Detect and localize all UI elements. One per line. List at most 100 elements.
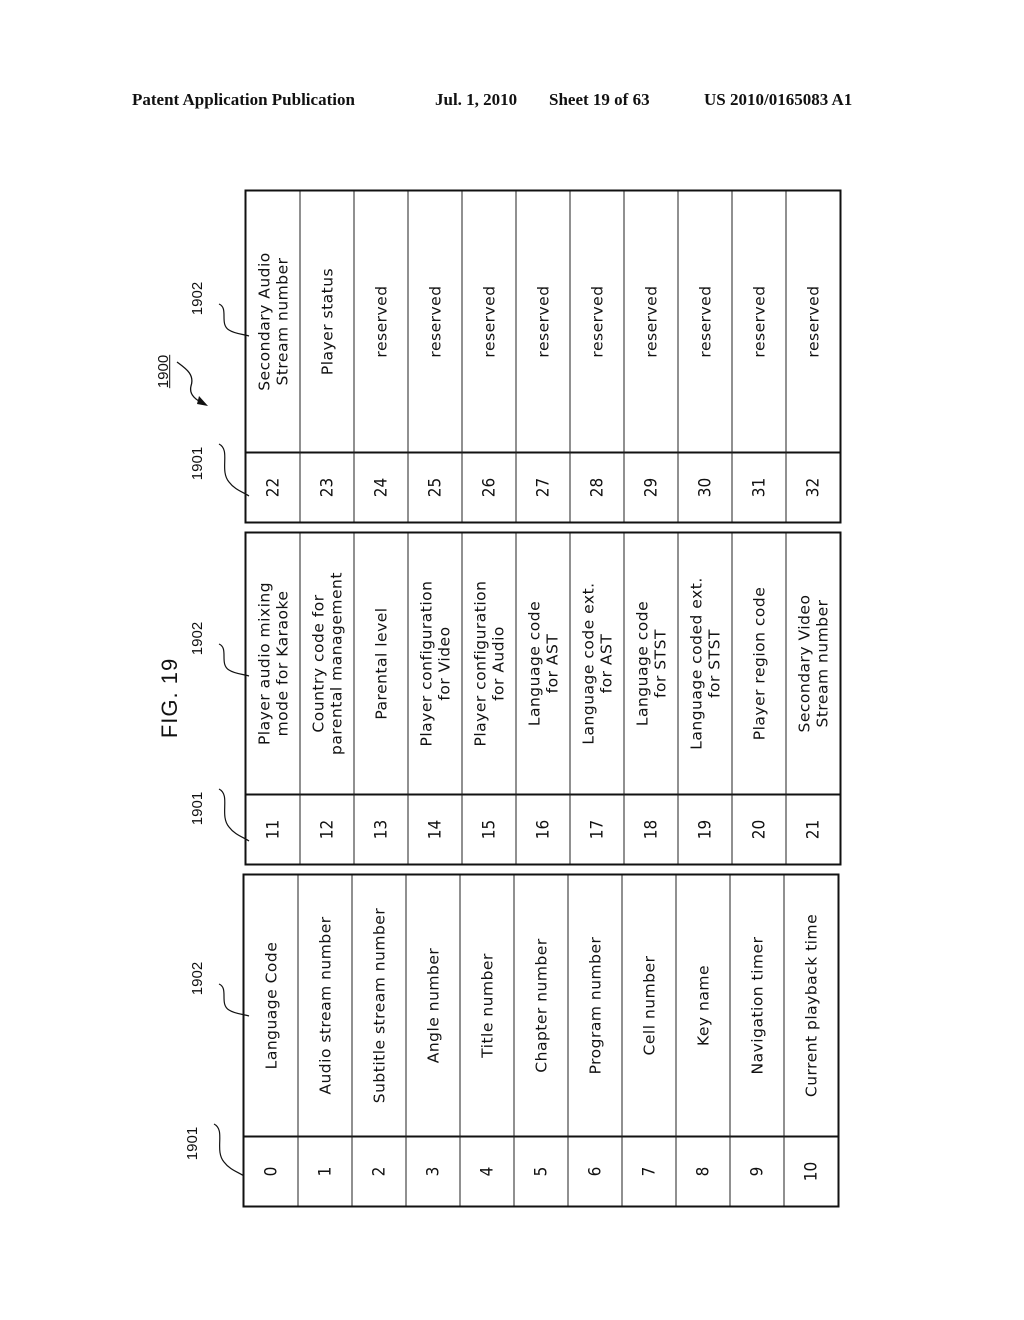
register-name: Navigation timer xyxy=(748,936,766,1075)
register-name: Subtitle stream number xyxy=(370,907,388,1104)
table-row: 19 Language coded ext. for STST xyxy=(677,533,732,864)
register-name: reserved xyxy=(642,285,660,358)
table-row: 31 reserved xyxy=(731,191,786,522)
register-name: Player configuration for Video xyxy=(417,580,453,747)
register-name: Program number xyxy=(586,936,604,1075)
table-row: 26 reserved xyxy=(461,191,516,522)
register-name: reserved xyxy=(588,285,606,358)
table-row: 4 Title number xyxy=(459,875,514,1206)
table-row: 7 Cell number xyxy=(621,875,676,1206)
register-number: 30 xyxy=(678,451,732,522)
register-name: reserved xyxy=(750,285,768,358)
register-name: Country code for parental management xyxy=(309,572,345,755)
table-row: 21 Secondary Video Stream number xyxy=(785,533,840,864)
register-number: 6 xyxy=(568,1135,622,1206)
register-name: Player configuration for Audio xyxy=(471,580,507,747)
register-number: 25 xyxy=(408,451,462,522)
register-number: 7 xyxy=(622,1135,676,1206)
table-row: 23 Player status xyxy=(299,191,354,522)
table-row: 16 Language code for AST xyxy=(515,533,570,864)
table-row: 30 reserved xyxy=(677,191,732,522)
register-name: reserved xyxy=(372,285,390,358)
register-number: 4 xyxy=(460,1135,514,1206)
register-number: 13 xyxy=(354,793,408,864)
table-row: 17 Language code ext. for AST xyxy=(569,533,624,864)
register-number: 16 xyxy=(516,793,570,864)
register-name: Language code for STST xyxy=(633,600,669,727)
register-name: Current playback time xyxy=(802,913,820,1098)
table-row: 0 Language Code xyxy=(244,876,298,1206)
register-number: 31 xyxy=(732,451,786,522)
table-row: 2 Subtitle stream number xyxy=(351,875,406,1206)
table-row: 11 Player audio mixing mode for Karaoke xyxy=(246,534,300,864)
figure-title: FIG. 19 xyxy=(157,657,183,739)
register-name: reserved xyxy=(534,285,552,358)
register-name: Angle number xyxy=(424,947,442,1064)
register-number: 11 xyxy=(246,793,300,864)
register-number: 27 xyxy=(516,451,570,522)
register-name: Language Code xyxy=(262,941,280,1070)
register-number: 26 xyxy=(462,451,516,522)
ref-label-table: 1900 xyxy=(155,354,173,389)
register-table-1: 0 Language Code 1 Audio stream number 2 Subti… xyxy=(242,873,840,1208)
publication-type: Patent Application Publication xyxy=(132,90,355,109)
register-name: Cell number xyxy=(640,955,658,1056)
table-row: 8 Key name xyxy=(675,875,730,1206)
register-number: 8 xyxy=(676,1135,730,1206)
table-row: 29 reserved xyxy=(623,191,678,522)
register-name: reserved xyxy=(426,285,444,358)
register-name: reserved xyxy=(696,285,714,358)
table-row: 27 reserved xyxy=(515,191,570,522)
register-name: Title number xyxy=(478,953,496,1058)
register-number: 29 xyxy=(624,451,678,522)
register-number: 1 xyxy=(298,1135,352,1206)
register-number: 10 xyxy=(784,1135,838,1206)
register-name: Audio stream number xyxy=(316,916,334,1095)
register-name: Language code ext. for AST xyxy=(579,582,615,745)
register-number: 9 xyxy=(730,1135,784,1206)
register-number: 14 xyxy=(408,793,462,864)
table-row: 3 Angle number xyxy=(405,875,460,1206)
register-number: 15 xyxy=(462,793,516,864)
register-name: Language coded ext. for STST xyxy=(687,577,723,750)
ref-label-name-col: 1902 xyxy=(189,281,207,316)
register-number: 20 xyxy=(732,793,786,864)
register-table-3: 22 Secondary Audio Stream number 23 Player … xyxy=(244,189,842,524)
register-name: Chapter number xyxy=(532,938,550,1073)
table-row: 32 reserved xyxy=(785,191,840,522)
register-number: 12 xyxy=(300,793,354,864)
register-name: Player status xyxy=(318,267,336,376)
table-row: 22 Secondary Audio Stream number xyxy=(246,192,300,522)
register-number: 19 xyxy=(678,793,732,864)
ref-label-number-col: 1901 xyxy=(184,1126,202,1161)
register-name: Secondary Video Stream number xyxy=(795,594,831,733)
register-name: Secondary Audio Stream number xyxy=(255,252,291,391)
table-row: 14 Player configuration for Video xyxy=(407,533,462,864)
table-row: 6 Program number xyxy=(567,875,622,1206)
register-number: 23 xyxy=(300,451,354,522)
table-row: 12 Country code for parental management xyxy=(299,533,354,864)
table-row: 9 Navigation timer xyxy=(729,875,784,1206)
ref-label-name-col: 1902 xyxy=(189,961,207,996)
register-name: Player audio mixing mode for Karaoke xyxy=(255,581,291,746)
table-row: 28 reserved xyxy=(569,191,624,522)
table-row: 15 Player configuration for Audio xyxy=(461,533,516,864)
register-number: 5 xyxy=(514,1135,568,1206)
register-name: Parental level xyxy=(372,607,390,720)
register-number: 17 xyxy=(570,793,624,864)
register-name: reserved xyxy=(804,285,822,358)
ref-label-number-col: 1901 xyxy=(189,446,207,481)
register-number: 2 xyxy=(352,1135,406,1206)
register-number: 24 xyxy=(354,451,408,522)
register-number: 22 xyxy=(246,451,300,522)
ref-label-number-col: 1901 xyxy=(189,791,207,826)
register-name: Key name xyxy=(694,965,712,1046)
table-row: 20 Player region code xyxy=(731,533,786,864)
table-row: 10 Current playback time xyxy=(783,875,838,1206)
table-row: 1 Audio stream number xyxy=(297,875,352,1206)
register-table-2: 11 Player audio mixing mode for Karaoke 12… xyxy=(244,531,842,866)
table-row: 13 Parental level xyxy=(353,533,408,864)
table-row: 18 Language code for STST xyxy=(623,533,678,864)
register-number: 0 xyxy=(244,1135,298,1206)
sheet-number: Sheet 19 of 63 xyxy=(549,90,650,109)
